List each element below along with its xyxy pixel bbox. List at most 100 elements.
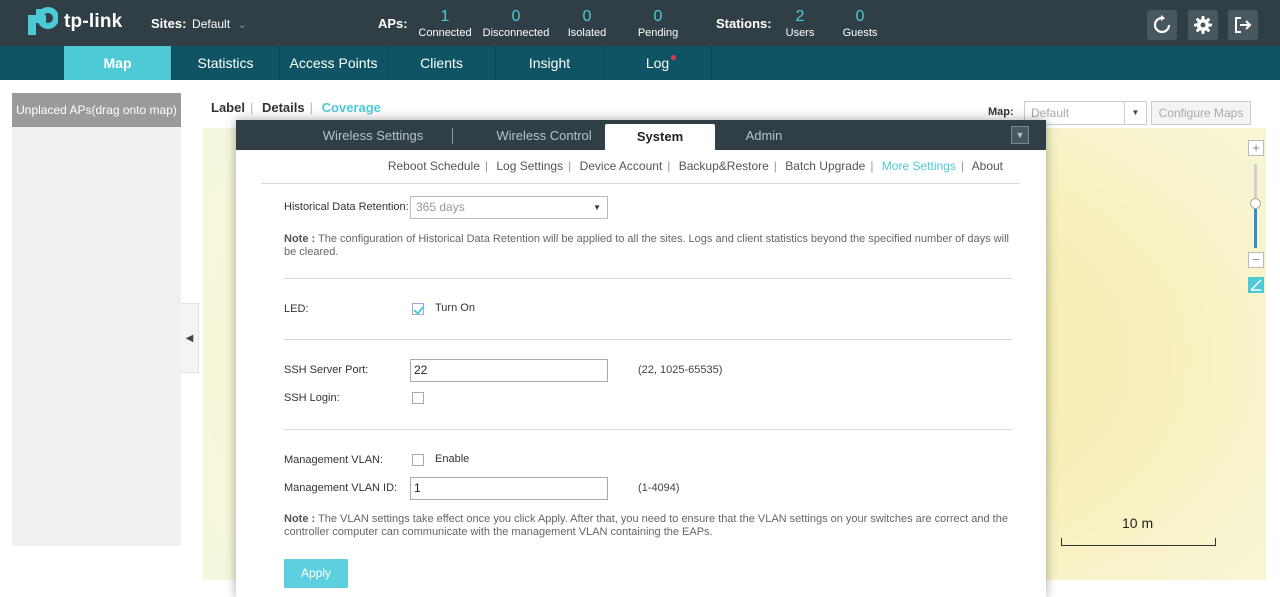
zoom-out-button[interactable]: − (1248, 252, 1264, 268)
logo-text: tp-link (64, 11, 123, 32)
sites-label: Sites: (151, 16, 187, 31)
nav-tab-clients[interactable]: Clients (388, 46, 496, 80)
subnav-divider (261, 183, 1020, 184)
logout-button[interactable] (1228, 10, 1258, 40)
subnav-about[interactable]: About (972, 159, 1003, 173)
nav-tab-insight[interactable]: Insight (496, 46, 604, 80)
subnav-log-settings[interactable]: Log Settings (496, 159, 563, 173)
led-checkbox-label: Turn On (435, 302, 475, 314)
fit-map-button[interactable] (1248, 277, 1264, 293)
nav-tab-statistics[interactable]: Statistics (172, 46, 280, 80)
map-select-label: Map: (988, 106, 1014, 118)
subnav-device-account[interactable]: Device Account (580, 159, 663, 173)
log-alert-dot (671, 55, 676, 60)
retention-label: Historical Data Retention: (284, 201, 409, 213)
map-view-tabs: Label | Details | Coverage (211, 100, 381, 115)
modal-tab-admin[interactable]: Admin (716, 120, 812, 150)
map-select-value: Default (1031, 106, 1070, 120)
main-nav: Map Statistics Access Points Clients Ins… (0, 46, 1280, 80)
zoom-slider-handle[interactable] (1250, 198, 1261, 209)
vlan-note: Note : The VLAN settings take effect onc… (284, 513, 1014, 539)
nav-tab-log[interactable]: Log (604, 46, 712, 80)
guests-count: 0 (855, 8, 865, 25)
map-scale-bar (1061, 538, 1216, 546)
retention-note-label: Note : (284, 233, 316, 245)
unplaced-aps-header: Unplaced APs(drag onto map) (12, 93, 181, 127)
view-tab-label[interactable]: Label (211, 100, 245, 115)
ap-stat-isolated[interactable]: 0 Isolated (547, 8, 627, 40)
collapse-panel-button[interactable]: ◀ (181, 303, 199, 373)
nav-tab-access-points[interactable]: Access Points (280, 46, 388, 80)
vlan-note-label: Note : (284, 513, 316, 525)
ap-isolated-count: 0 (582, 8, 592, 25)
ap-disconnected-label: Disconnected (482, 27, 550, 39)
modal-tab-wireless-control[interactable]: Wireless Control (462, 120, 626, 150)
ap-stat-disconnected[interactable]: 0 Disconnected (476, 8, 556, 40)
section-divider (284, 278, 1012, 279)
station-stat-guests[interactable]: 0 Guests (820, 8, 900, 40)
subnav-reboot-schedule[interactable]: Reboot Schedule (388, 159, 480, 173)
configure-maps-button[interactable]: Configure Maps (1151, 101, 1251, 125)
settings-modal: Wireless Settings Wireless Control Syste… (236, 120, 1046, 597)
sites-value: Default (192, 17, 231, 31)
ap-stat-pending[interactable]: 0 Pending (618, 8, 698, 40)
nav-tab-map[interactable]: Map (64, 46, 172, 80)
ap-stat-connected[interactable]: 1 Connected (405, 8, 485, 40)
retention-note: Note : The configuration of Historical D… (284, 233, 1014, 259)
led-checkbox[interactable] (412, 303, 424, 315)
aps-label: APs: (378, 16, 408, 31)
ap-connected-count: 1 (440, 8, 450, 25)
subnav-batch-upgrade[interactable]: Batch Upgrade (785, 159, 865, 173)
ap-pending-label: Pending (637, 27, 679, 39)
retention-value: 365 days (416, 200, 465, 214)
subnav-backup-restore[interactable]: Backup&Restore (679, 159, 769, 173)
mgmt-vlan-id-input[interactable]: 1 (410, 477, 608, 500)
modal-tab-system[interactable]: System (605, 124, 715, 150)
ap-connected-label: Connected (418, 27, 472, 39)
chevron-down-icon: ⌄ (237, 19, 247, 31)
refresh-icon (1153, 15, 1171, 34)
mgmt-vlan-enable-label: Enable (435, 453, 470, 465)
chevron-left-icon: ◀ (185, 332, 194, 344)
tp-link-logo-icon (24, 5, 59, 39)
mgmt-vlan-id-range: (1-4094) (638, 482, 680, 494)
ssh-login-checkbox[interactable] (412, 392, 424, 404)
zoom-in-button[interactable]: + (1248, 140, 1264, 156)
top-header: tp-link Sites: Default ⌄ APs: 1 Connecte… (0, 0, 1280, 46)
gear-icon (1194, 16, 1212, 34)
mgmt-vlan-id-label: Management VLAN ID: (284, 482, 398, 494)
ssh-login-label: SSH Login: (284, 392, 340, 404)
plus-icon: + (1252, 140, 1260, 155)
modal-collapse-button[interactable]: ▼ (1011, 126, 1029, 144)
site-selector[interactable]: Sites: Default ⌄ (151, 16, 247, 31)
section-divider (284, 339, 1012, 340)
ap-isolated-label: Isolated (567, 27, 607, 39)
mgmt-vlan-label: Management VLAN: (284, 454, 384, 466)
ssh-port-label: SSH Server Port: (284, 364, 369, 376)
system-subnav: Reboot Schedule | Log Settings | Device Ac… (387, 159, 1003, 173)
ap-disconnected-count: 0 (511, 8, 521, 25)
subnav-more-settings[interactable]: More Settings (882, 159, 956, 173)
view-tab-details[interactable]: Details (262, 100, 305, 115)
tab-separator (452, 128, 453, 144)
tp-link-logo[interactable]: tp-link (24, 5, 122, 39)
mgmt-vlan-enable-checkbox[interactable] (412, 454, 424, 466)
section-divider (284, 429, 1012, 430)
ssh-port-input[interactable]: 22 (410, 359, 608, 382)
minus-icon: − (1252, 252, 1260, 267)
guests-label: Guests (842, 27, 878, 39)
refresh-button[interactable] (1147, 10, 1177, 40)
ssh-port-range: (22, 1025-65535) (638, 364, 723, 376)
modal-tab-bar: Wireless Settings Wireless Control Syste… (236, 120, 1046, 150)
settings-button[interactable] (1188, 10, 1218, 40)
unplaced-aps-panel: Unplaced APs(drag onto map) (12, 93, 181, 546)
modal-tab-wireless-settings[interactable]: Wireless Settings (302, 120, 444, 150)
resize-icon (1250, 279, 1262, 291)
caret-down-icon: ▼ (593, 203, 601, 212)
retention-select[interactable]: 365 days ▼ (410, 196, 608, 219)
apply-button[interactable]: Apply (284, 559, 348, 588)
view-tab-coverage[interactable]: Coverage (322, 100, 381, 115)
vlan-note-text: The VLAN settings take effect once you c… (284, 513, 1008, 538)
logout-icon (1235, 17, 1252, 33)
chevron-down-icon: ▼ (1015, 130, 1025, 140)
